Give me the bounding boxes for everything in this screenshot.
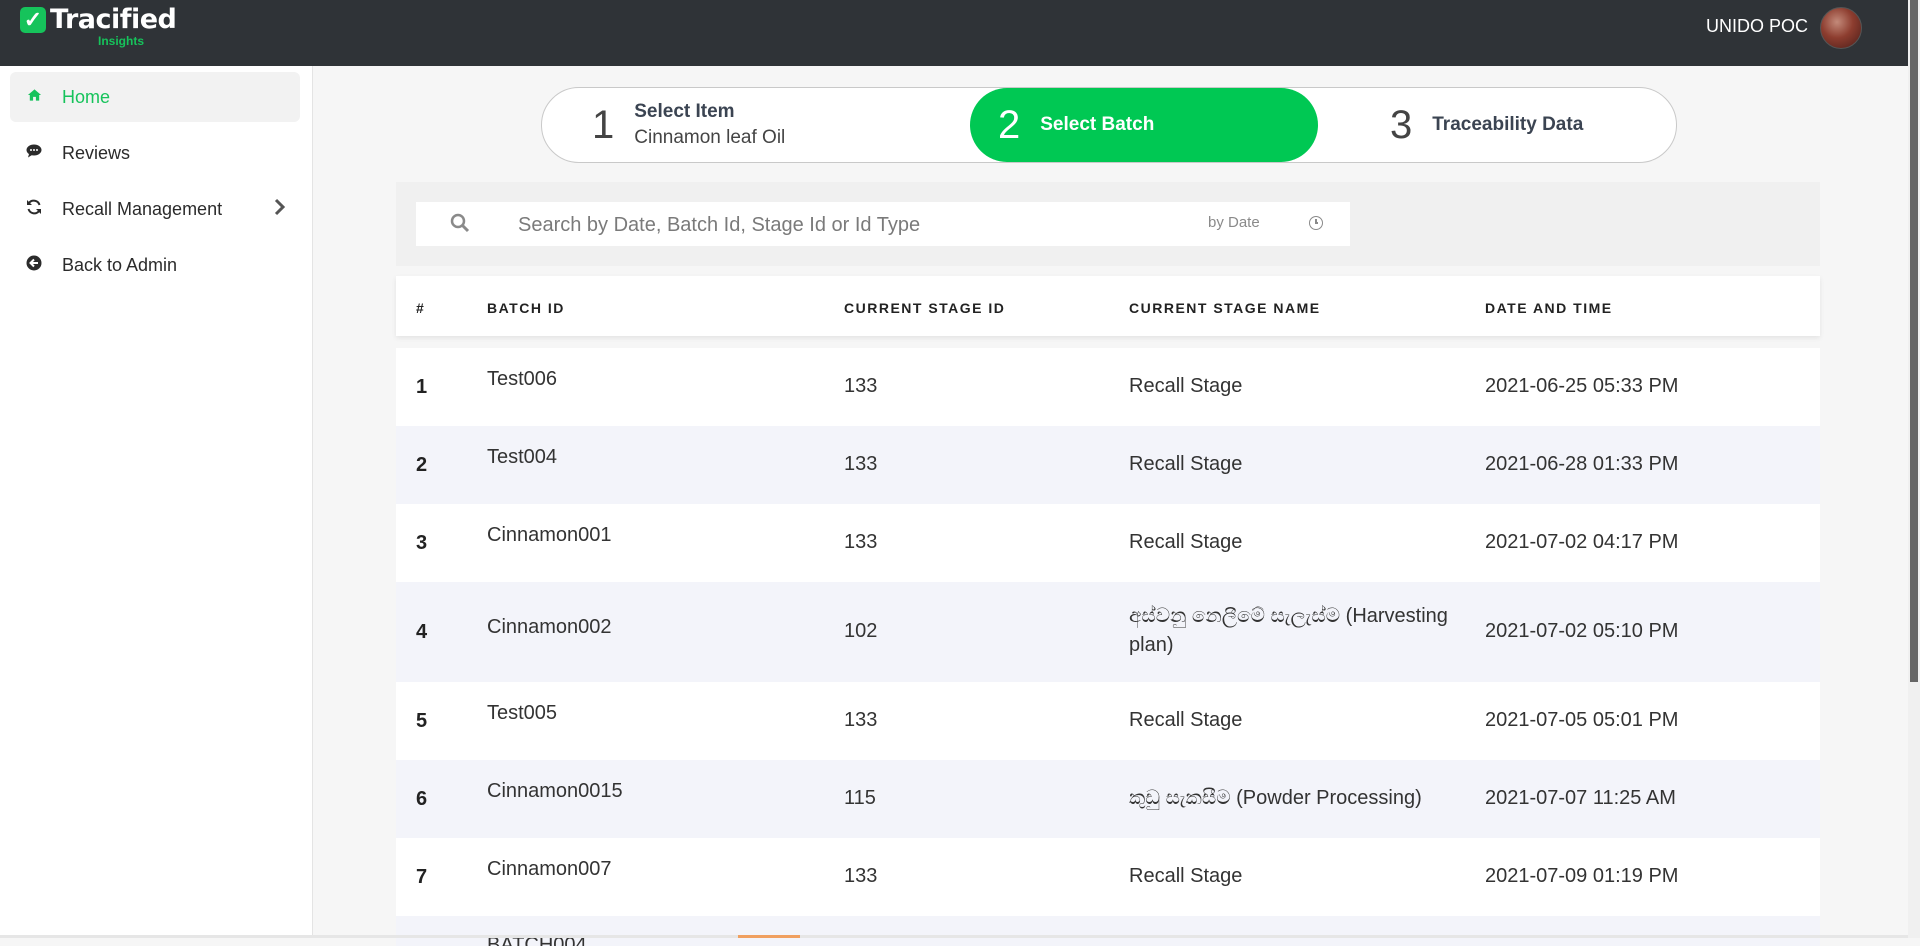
step-title: Traceability Data — [1432, 114, 1584, 135]
search-input[interactable] — [516, 210, 1160, 240]
stage-id: 133 — [844, 531, 878, 553]
date-time: 2021-06-25 05:33 PM — [1485, 375, 1679, 397]
sidebar-item-recall-management[interactable]: Recall Management — [10, 184, 300, 234]
sidebar-item-home[interactable]: Home — [10, 72, 300, 122]
sidebar-item-label: Back to Admin — [62, 254, 178, 275]
row-number: 2 — [416, 454, 428, 476]
refresh-icon — [24, 199, 44, 220]
row-number: 3 — [416, 532, 428, 554]
stage-name: කුඩු සැකසීම (Powder Processing) — [1129, 787, 1422, 809]
table-row[interactable]: 6 Cinnamon0015 115 කුඩු සැකසීම (Powder P… — [396, 760, 1820, 838]
date-time: 2021-06-28 01:33 PM — [1485, 453, 1679, 475]
date-time: 2021-07-07 11:25 AM — [1485, 787, 1676, 809]
column-header-number: # — [416, 300, 426, 316]
row-number: 1 — [416, 376, 428, 398]
stage-id: 133 — [844, 375, 878, 397]
row-number: 5 — [416, 710, 428, 732]
table-row[interactable]: 7 Cinnamon007 133 Recall Stage 2021-07-0… — [396, 838, 1820, 916]
stage-name: Recall Stage — [1129, 375, 1243, 397]
sidebar-item-back-to-admin[interactable]: Back to Admin — [10, 240, 300, 290]
stage-id: 133 — [844, 709, 878, 731]
row-number: 4 — [416, 621, 428, 643]
step-number: 2 — [998, 102, 1021, 147]
stage-id: 115 — [844, 787, 876, 809]
step-number: 1 — [592, 102, 615, 147]
sidebar-item-label: Reviews — [62, 142, 131, 163]
stage-id: 133 — [844, 865, 878, 887]
row-number: 6 — [416, 788, 428, 810]
batch-id: Test006 — [487, 368, 558, 390]
sidebar-item-label: Recall Management — [62, 198, 223, 219]
avatar[interactable] — [1820, 7, 1862, 49]
search-box: by Date — [416, 202, 1350, 246]
scrollbar-thumb[interactable] — [1910, 0, 1918, 682]
logo-subtitle: Insights — [98, 34, 145, 48]
clock-icon[interactable] — [1309, 216, 1323, 230]
table-row[interactable]: BATCH004 — [396, 916, 1820, 946]
comment-icon — [24, 144, 44, 163]
table-row[interactable]: 3 Cinnamon001 133 Recall Stage 2021-07-0… — [396, 504, 1820, 582]
sidebar-item-reviews[interactable]: Reviews — [10, 128, 300, 178]
table-row[interactable]: 4 Cinnamon002 102 අස්වනු නෙලීමේ සැලැස්ම … — [396, 582, 1820, 682]
arrow-circle-left-icon — [24, 255, 44, 276]
table-body: 1 Test006 133 Recall Stage 2021-06-25 05… — [396, 348, 1820, 946]
column-header-stage-name: CURRENT STAGE NAME — [1129, 300, 1321, 316]
row-number: 7 — [416, 866, 428, 888]
table-row[interactable]: 1 Test006 133 Recall Stage 2021-06-25 05… — [396, 348, 1820, 426]
top-bar: ✓ Tracified Insights UNIDO POC — [0, 0, 1908, 66]
stage-name: Recall Stage — [1129, 531, 1243, 553]
stage-id: 102 — [844, 620, 878, 642]
table-row[interactable]: 2 Test004 133 Recall Stage 2021-06-28 01… — [396, 426, 1820, 504]
table-row[interactable]: 5 Test005 133 Recall Stage 2021-07-05 05… — [396, 682, 1820, 760]
batch-id: Test004 — [487, 446, 558, 468]
date-time: 2021-07-09 01:19 PM — [1485, 865, 1679, 887]
batch-id: Test005 — [487, 702, 558, 724]
column-header-batch-id: BATCH ID — [487, 300, 565, 316]
stage-name: අස්වනු නෙලීමේ සැලැස්ම (Harvesting plan) — [1129, 605, 1448, 656]
home-icon — [24, 88, 44, 107]
date-time: 2021-07-02 04:17 PM — [1485, 531, 1679, 553]
date-time: 2021-07-02 05:10 PM — [1485, 620, 1679, 642]
sidebar: Home Reviews Recall Management Back to A… — [0, 66, 313, 938]
table-header: # BATCH ID CURRENT STAGE ID CURRENT STAG… — [396, 276, 1820, 336]
step-select-batch[interactable]: 2 Select Batch — [970, 88, 1318, 162]
step-progress: 1 Select Item Cinnamon leaf Oil 2 Select… — [541, 87, 1677, 163]
sidebar-item-label: Home — [62, 86, 111, 107]
search-icon[interactable] — [450, 213, 470, 233]
chevron-right-icon[interactable] — [274, 196, 286, 222]
tracified-logo[interactable]: ✓ Tracified Insights — [18, 4, 177, 52]
stage-id: 133 — [844, 453, 878, 475]
batch-id: Cinnamon007 — [487, 858, 612, 880]
page-scrollbar[interactable] — [1908, 0, 1920, 938]
user-name[interactable]: UNIDO POC — [1706, 16, 1808, 37]
step-selected-item: Cinnamon leaf Oil — [634, 127, 786, 148]
batch-id: Cinnamon002 — [487, 616, 612, 638]
logo-check-icon: ✓ — [20, 7, 46, 33]
column-header-stage-id: CURRENT STAGE ID — [844, 300, 1006, 316]
batch-id: Cinnamon001 — [487, 524, 612, 546]
step-traceability-data[interactable]: 3 Traceability Data — [1348, 88, 1668, 162]
stage-name: Recall Stage — [1129, 709, 1243, 731]
step-number: 3 — [1390, 102, 1413, 147]
column-header-date-time: DATE AND TIME — [1485, 300, 1613, 316]
logo-text: Tracified — [50, 4, 177, 35]
sort-by-date-label[interactable]: by Date — [1208, 214, 1260, 231]
step-title: Select Item — [634, 101, 735, 122]
stage-name: Recall Stage — [1129, 865, 1243, 887]
step-title: Select Batch — [1040, 114, 1155, 135]
stage-name: Recall Stage — [1129, 453, 1243, 475]
search-panel: by Date — [396, 182, 1820, 266]
date-time: 2021-07-05 05:01 PM — [1485, 709, 1679, 731]
step-select-item[interactable]: 1 Select Item Cinnamon leaf Oil — [542, 88, 972, 162]
batch-id: Cinnamon0015 — [487, 780, 623, 802]
batch-table: # BATCH ID CURRENT STAGE ID CURRENT STAG… — [396, 276, 1820, 946]
